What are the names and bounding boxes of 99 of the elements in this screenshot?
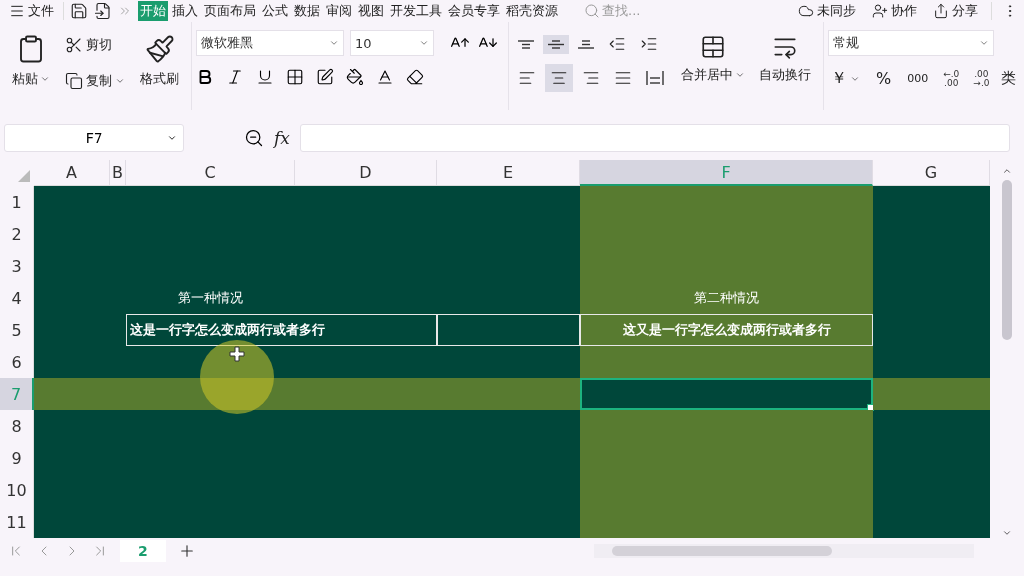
search-icon	[584, 3, 600, 19]
justify-icon	[614, 69, 632, 87]
align-bottom-icon	[578, 39, 594, 49]
cursor-icon	[229, 346, 245, 362]
table-cell[interactable]	[580, 186, 873, 218]
ribbon-tab[interactable]: 视图	[356, 1, 386, 21]
save-icon	[70, 2, 88, 20]
column-header[interactable]: B	[110, 160, 126, 186]
outdent-icon	[608, 35, 626, 53]
select-all-icon[interactable]	[18, 170, 30, 182]
decimal-button[interactable]: .00 →.0	[971, 67, 992, 90]
fill-color-icon	[346, 68, 364, 86]
table-cell[interactable]	[437, 378, 580, 410]
copy-icon	[65, 72, 83, 90]
column-header[interactable]: E	[437, 160, 580, 186]
cell-text: 第一种情况	[178, 289, 243, 307]
font-name-field[interactable]: 微软雅黑	[196, 30, 344, 56]
cell-text: 这是一行字怎么变成两行或者多行	[130, 321, 325, 339]
table-cell[interactable]: 第二种情况	[580, 282, 873, 314]
column-header[interactable]: D	[295, 160, 437, 186]
chevrons-icon	[118, 4, 132, 18]
scroll-down-icon	[1002, 528, 1012, 538]
ribbon-tab[interactable]: 审阅	[324, 1, 354, 21]
table-cell[interactable]	[437, 314, 580, 346]
file-menu[interactable]: 文件	[6, 0, 57, 22]
column-header[interactable]: G	[873, 160, 990, 186]
table-cell[interactable]	[34, 378, 110, 410]
menu-icon	[9, 3, 25, 19]
underline-icon	[256, 68, 274, 86]
percent-button[interactable]: %	[873, 67, 895, 90]
align-button[interactable]	[543, 34, 569, 54]
caret-icon	[115, 76, 125, 86]
user-plus-icon	[872, 3, 888, 19]
caret-icon	[167, 133, 177, 143]
ribbon-tab[interactable]: 公式	[260, 1, 290, 21]
file-icon	[94, 2, 112, 20]
table-cell[interactable]	[580, 346, 873, 378]
horizontal-scrollbar[interactable]	[594, 544, 974, 558]
table-cell[interactable]: 这是一行字怎么变成两行或者多行	[126, 314, 437, 346]
wrap-text-button[interactable]: 自动换行	[757, 30, 813, 88]
cloud-icon	[798, 3, 814, 19]
toolbar-button[interactable]: 分享	[930, 0, 981, 22]
paintbrush-icon	[144, 34, 175, 64]
active-cell[interactable]	[580, 378, 873, 410]
table-cell[interactable]	[873, 378, 990, 410]
merge-center-button[interactable]: 合并居中	[679, 30, 747, 88]
toolbar-button[interactable]: 协作	[869, 0, 920, 22]
column-header[interactable]: C	[126, 160, 295, 186]
ribbon-tab[interactable]: 页面布局	[202, 1, 258, 21]
copy-button[interactable]: 复制	[62, 70, 128, 92]
column-header[interactable]: A	[34, 160, 110, 186]
eraser-icon	[406, 68, 424, 86]
formula-field[interactable]	[299, 124, 1010, 152]
cell-text: 这又是一行字怎么变成两行或者多行	[622, 321, 831, 339]
align-middle-icon	[548, 39, 564, 49]
thousands-button[interactable]: 000	[904, 70, 932, 87]
cell-text: 第二种情况	[694, 289, 759, 307]
scrollbar-thumb[interactable]	[1002, 180, 1012, 340]
borders-icon	[286, 68, 304, 86]
italic-icon	[226, 68, 244, 86]
indent-icon	[640, 35, 658, 53]
font-color-icon	[376, 68, 394, 86]
format-painter-button[interactable]: 格式刷	[138, 30, 181, 92]
table-cell[interactable]: 这又是一行字怎么变成两行或者多行	[580, 314, 873, 346]
name-box[interactable]: F7	[4, 124, 184, 152]
distribute-icon	[646, 70, 664, 86]
caret-icon	[979, 38, 989, 48]
currency-button[interactable]: ￥	[828, 66, 863, 91]
type-label[interactable]: 类	[1001, 69, 1017, 88]
merge-cells-icon	[700, 34, 726, 60]
table-cell[interactable]: 第一种情况	[126, 282, 295, 314]
ribbon-tab[interactable]: 插入	[170, 1, 200, 21]
paste-button[interactable]: 粘贴	[10, 30, 52, 92]
ribbon-tab[interactable]: 会员专享	[446, 1, 502, 21]
caret-icon	[329, 38, 339, 48]
ribbon-tab[interactable]: 稻壳资源	[504, 1, 560, 21]
align-top-icon	[518, 39, 534, 49]
table-cell[interactable]	[580, 410, 873, 442]
caret-icon	[40, 74, 50, 84]
align-button[interactable]	[545, 64, 573, 92]
caret-icon	[735, 70, 745, 80]
caret-icon	[419, 38, 429, 48]
font-size-field[interactable]: 10	[350, 30, 434, 56]
scissors-icon	[65, 36, 83, 54]
ribbon-tab[interactable]: 开发工具	[388, 1, 444, 21]
zoom-icon	[244, 128, 264, 148]
scroll-up-icon	[1002, 166, 1012, 176]
number-format-field[interactable]: 常规	[828, 30, 994, 56]
decimal-button[interactable]: ←.0 .00	[941, 67, 962, 90]
cut-button[interactable]: 剪切	[62, 34, 128, 56]
toolbar-button[interactable]: 未同步	[795, 0, 859, 22]
ribbon-tab[interactable]: 数据	[292, 1, 322, 21]
cell-style-icon	[316, 68, 334, 86]
align-right-icon	[582, 69, 600, 87]
share-icon	[933, 3, 949, 19]
align-left-icon	[518, 69, 536, 87]
align-center-icon	[550, 69, 568, 87]
table-cell[interactable]	[580, 506, 873, 538]
fx-label: fx	[274, 128, 290, 148]
